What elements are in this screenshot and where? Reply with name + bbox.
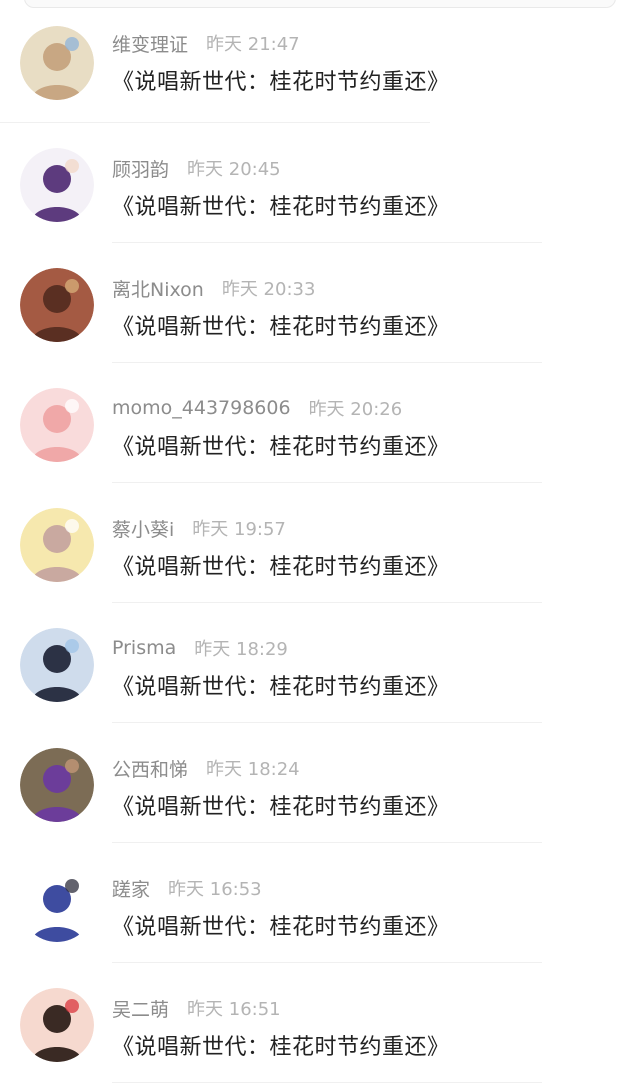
comment-text: 《说唱新世代：桂花时节约重还》 <box>112 1035 450 1060</box>
comment-text: 《说唱新世代：桂花时节约重还》 <box>112 70 450 95</box>
comment-text: 《说唱新世代：桂花时节约重还》 <box>112 555 450 580</box>
avatar-image <box>20 628 94 702</box>
avatar[interactable] <box>20 628 94 702</box>
comment-meta: 公西和悌 昨天 18:24 <box>112 755 300 781</box>
username[interactable]: 顾羽韵 <box>112 155 169 182</box>
username[interactable]: momo_443798606 <box>112 397 291 419</box>
username[interactable]: Prisma <box>112 637 176 659</box>
comment-meta: 顾羽韵 昨天 20:45 <box>112 155 281 181</box>
username[interactable]: 蔡小葵i <box>112 515 174 542</box>
comment-meta: 蹉家 昨天 16:53 <box>112 875 262 901</box>
avatar-image <box>20 508 94 582</box>
timestamp: 昨天 18:29 <box>194 639 288 660</box>
avatar-image <box>20 26 94 100</box>
comment-item[interactable]: 吴二萌 昨天 16:51 《说唱新世代：桂花时节约重还》 <box>0 963 640 1083</box>
avatar[interactable] <box>20 868 94 942</box>
timestamp: 昨天 19:57 <box>192 519 286 540</box>
comment-item[interactable]: 维变理证 昨天 21:47 《说唱新世代：桂花时节约重还》 <box>0 0 640 123</box>
comment-item[interactable]: 蹉家 昨天 16:53 《说唱新世代：桂花时节约重还》 <box>0 843 640 963</box>
avatar-image <box>20 748 94 822</box>
comment-meta: Prisma 昨天 18:29 <box>112 635 288 661</box>
username[interactable]: 公西和悌 <box>112 755 188 782</box>
avatar-image <box>20 868 94 942</box>
comment-list: 维变理证 昨天 21:47 《说唱新世代：桂花时节约重还》 顾羽韵 昨天 20:… <box>0 0 640 1083</box>
avatar-image <box>20 388 94 462</box>
timestamp: 昨天 20:33 <box>221 279 316 300</box>
avatar[interactable] <box>20 508 94 582</box>
username[interactable]: 离北Nixon <box>112 275 204 302</box>
comment-item[interactable]: Prisma 昨天 18:29 《说唱新世代：桂花时节约重还》 <box>0 603 640 723</box>
avatar[interactable] <box>20 148 94 222</box>
username[interactable]: 吴二萌 <box>112 995 169 1022</box>
comment-meta: 吴二萌 昨天 16:51 <box>112 995 281 1021</box>
avatar-image <box>20 988 94 1062</box>
avatar[interactable] <box>20 26 94 100</box>
comment-text: 《说唱新世代：桂花时节约重还》 <box>112 795 450 820</box>
timestamp: 昨天 20:45 <box>187 159 281 180</box>
username[interactable]: 蹉家 <box>112 875 150 902</box>
avatar[interactable] <box>20 388 94 462</box>
comment-item[interactable]: 顾羽韵 昨天 20:45 《说唱新世代：桂花时节约重还》 <box>0 123 640 243</box>
avatar-image <box>20 148 94 222</box>
timestamp: 昨天 20:26 <box>308 399 403 420</box>
comment-text: 《说唱新世代：桂花时节约重还》 <box>112 195 450 220</box>
comment-meta: 维变理证 昨天 21:47 <box>112 30 300 56</box>
comment-item[interactable]: 公西和悌 昨天 18:24 《说唱新世代：桂花时节约重还》 <box>0 723 640 843</box>
timestamp: 昨天 18:24 <box>206 759 300 780</box>
comment-text: 《说唱新世代：桂花时节约重还》 <box>112 675 450 700</box>
comment-text: 《说唱新世代：桂花时节约重还》 <box>112 435 450 460</box>
comment-meta: momo_443798606 昨天 20:26 <box>112 395 402 421</box>
comment-meta: 离北Nixon 昨天 20:33 <box>112 275 315 301</box>
comment-item[interactable]: 离北Nixon 昨天 20:33 《说唱新世代：桂花时节约重还》 <box>0 243 640 363</box>
avatar[interactable] <box>20 748 94 822</box>
comment-meta: 蔡小葵i 昨天 19:57 <box>112 515 286 541</box>
comment-item[interactable]: momo_443798606 昨天 20:26 《说唱新世代：桂花时节约重还》 <box>0 363 640 483</box>
timestamp: 昨天 16:51 <box>187 999 281 1020</box>
comment-text: 《说唱新世代：桂花时节约重还》 <box>112 915 450 940</box>
comment-item[interactable]: 蔡小葵i 昨天 19:57 《说唱新世代：桂花时节约重还》 <box>0 483 640 603</box>
comment-text: 《说唱新世代：桂花时节约重还》 <box>112 315 450 340</box>
avatar[interactable] <box>20 988 94 1062</box>
avatar-image <box>20 268 94 342</box>
username[interactable]: 维变理证 <box>112 30 188 57</box>
timestamp: 昨天 16:53 <box>168 879 262 900</box>
timestamp: 昨天 21:47 <box>206 34 300 55</box>
avatar[interactable] <box>20 268 94 342</box>
